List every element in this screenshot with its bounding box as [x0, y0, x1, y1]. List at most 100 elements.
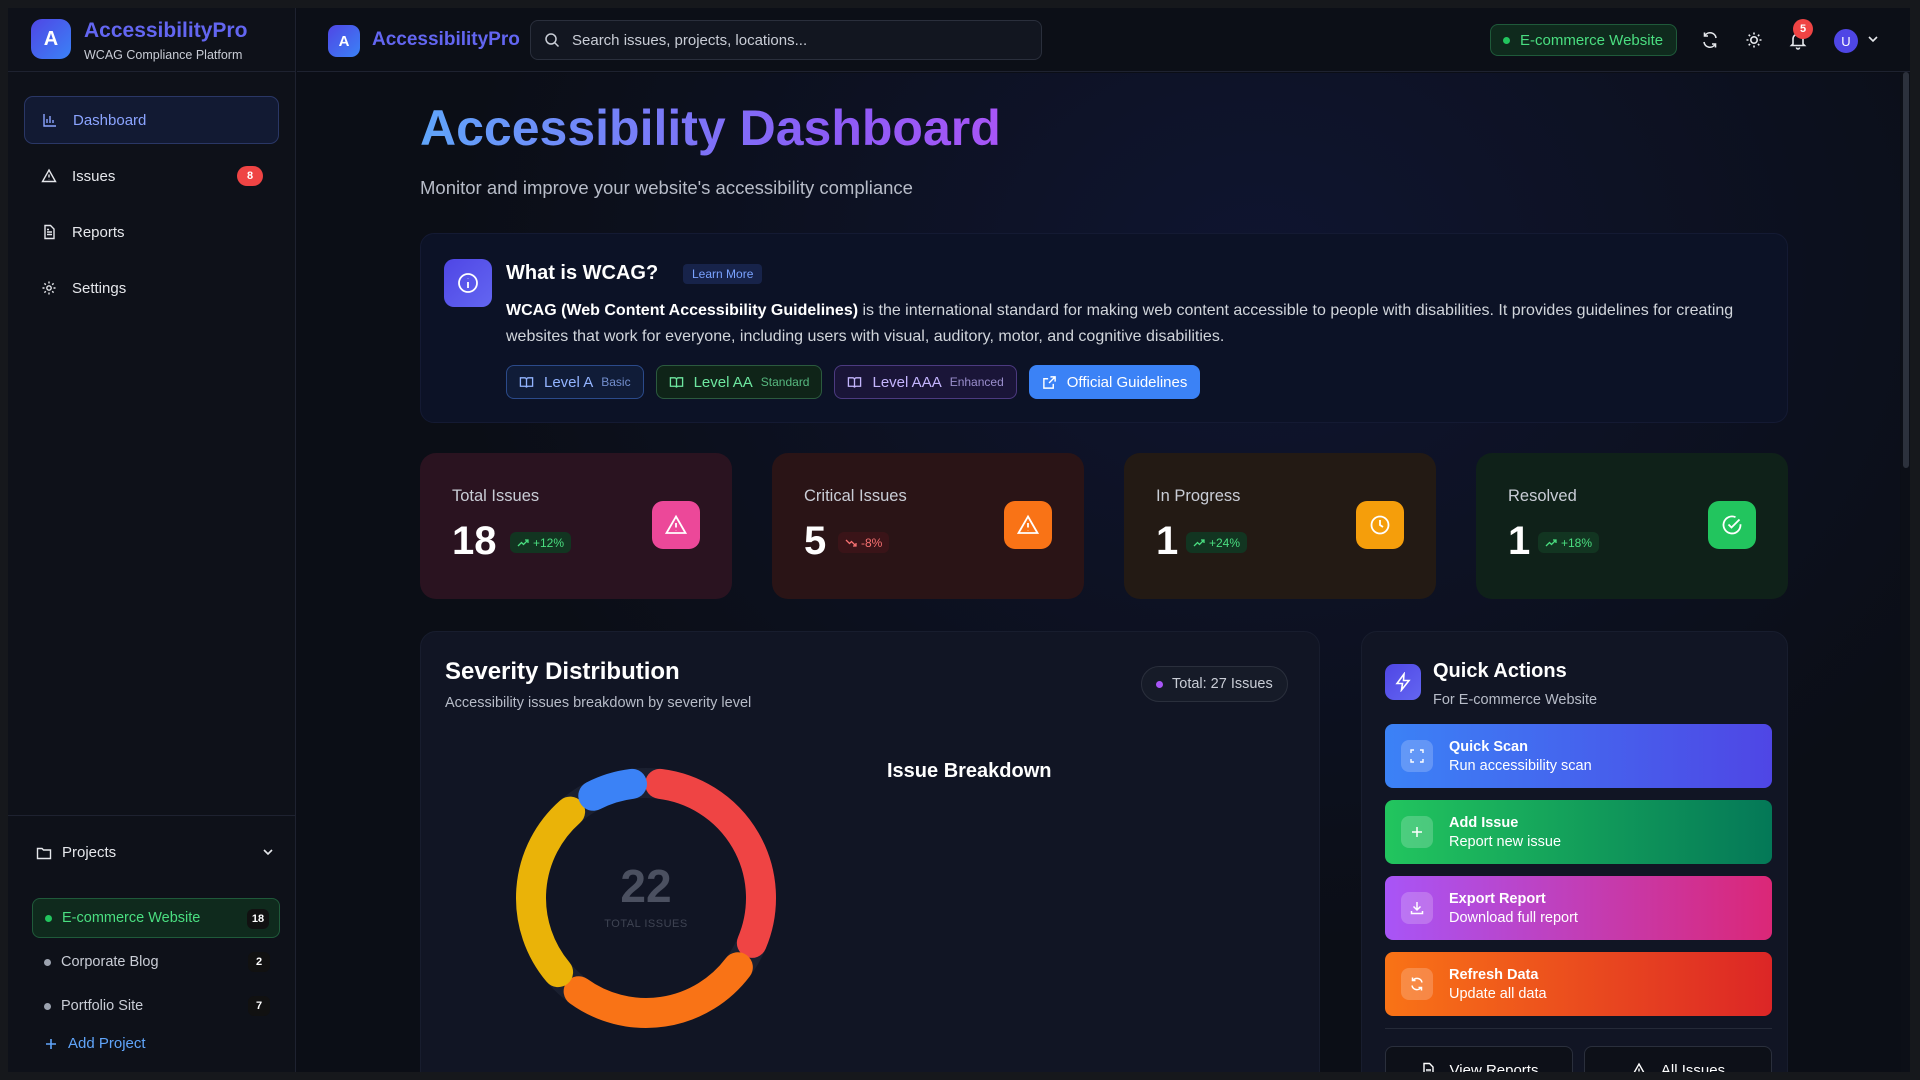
- donut-slice-serious[interactable]: [563, 952, 753, 1028]
- wcag-levels: Level A Basic Level AA Standard Level AA…: [506, 365, 1201, 399]
- stat-value: 1: [1156, 519, 1179, 563]
- level-aaa-button[interactable]: Level AAA Enhanced: [834, 365, 1017, 399]
- project-name: Corporate Blog: [61, 954, 159, 970]
- bar-chart-icon: [43, 114, 56, 127]
- donut-center-label: TOTAL ISSUES: [604, 918, 688, 930]
- chevron-down-icon[interactable]: [1866, 32, 1880, 46]
- total-issues-badge: Total: 27 Issues: [1141, 666, 1288, 702]
- trend-value: +24%: [1209, 535, 1241, 550]
- topbar: A AccessibilityPro E-commerce Website 5 …: [297, 8, 1910, 72]
- sidebar-nav: Dashboard Issues 8 Reports Settings: [24, 96, 279, 320]
- all-issues-label: All Issues: [1660, 1061, 1726, 1073]
- projects-label: Projects: [62, 844, 117, 861]
- stat-card-total-issues[interactable]: Total Issues 18 +12%: [420, 453, 732, 599]
- search-icon: [545, 33, 560, 48]
- clock-icon: [1356, 501, 1404, 549]
- warning-icon: [1004, 501, 1052, 549]
- topbar-brand-name[interactable]: AccessibilityPro: [372, 29, 520, 51]
- project-name: Portfolio Site: [61, 998, 144, 1014]
- current-site-label: E-commerce Website: [1520, 31, 1664, 49]
- add-project-button[interactable]: Add Project: [44, 1035, 146, 1052]
- view-reports-label: View Reports: [1449, 1061, 1539, 1073]
- project-item-portfolio[interactable]: Portfolio Site 7: [32, 986, 280, 1026]
- main-content: Accessibility Dashboard Monitor and impr…: [297, 73, 1900, 1072]
- learn-more-link[interactable]: Learn More: [683, 264, 763, 284]
- add-issue-button[interactable]: Add Issue Report new issue: [1385, 800, 1772, 864]
- status-dot: [1503, 36, 1510, 44]
- scan-icon: [1401, 740, 1433, 772]
- level-tag: Basic: [601, 375, 631, 389]
- sidebar: A AccessibilityPro WCAG Compliance Platf…: [8, 8, 296, 1072]
- sidebar-item-label: Issues: [72, 167, 116, 185]
- topbar-logo[interactable]: A: [328, 25, 360, 57]
- stat-label: In Progress: [1156, 487, 1241, 505]
- status-dot: [44, 1002, 51, 1010]
- level-tag: Standard: [760, 375, 810, 389]
- project-item-ecommerce[interactable]: E-commerce Website 18: [32, 898, 280, 938]
- notification-count-badge: 5: [1793, 19, 1813, 39]
- warning-icon: [1633, 1062, 1645, 1072]
- stat-card-in-progress[interactable]: In Progress 1 +24%: [1124, 453, 1436, 599]
- trend-badge: -8%: [838, 532, 890, 553]
- level-a-button[interactable]: Level A Basic: [506, 365, 644, 399]
- action-desc: Download full report: [1449, 909, 1578, 926]
- search-input[interactable]: [572, 31, 1012, 49]
- scrollbar-thumb[interactable]: [1903, 72, 1909, 468]
- sidebar-item-settings[interactable]: Settings: [24, 264, 279, 312]
- wcag-info-card: What is WCAG? Learn More WCAG (Web Conte…: [420, 233, 1788, 423]
- warning-icon: [41, 168, 57, 183]
- wcag-description-bold: WCAG (Web Content Accessibility Guidelin…: [506, 302, 859, 319]
- projects-section: Projects E-commerce Website 18 Corporate…: [8, 815, 296, 1072]
- severity-distribution-card: Severity Distribution Accessibility issu…: [420, 631, 1320, 1072]
- trend-value: +12%: [533, 535, 565, 550]
- official-guidelines-label: Official Guidelines: [1066, 373, 1188, 391]
- stat-label: Resolved: [1508, 487, 1577, 505]
- donut-center-value: 22: [620, 860, 672, 912]
- sidebar-item-dashboard[interactable]: Dashboard: [24, 96, 279, 144]
- projects-toggle[interactable]: Projects: [36, 844, 276, 861]
- stat-card-critical-issues[interactable]: Critical Issues 5 -8%: [772, 453, 1084, 599]
- refresh-icon[interactable]: [1700, 30, 1720, 50]
- sun-icon[interactable]: [1744, 30, 1764, 50]
- sidebar-item-label: Dashboard: [73, 111, 147, 129]
- donut-slice-minor[interactable]: [578, 768, 647, 811]
- project-count: 7: [248, 996, 270, 1016]
- trend-up-icon: [1193, 538, 1205, 546]
- search-bar[interactable]: [530, 20, 1042, 60]
- chevron-down-icon: [263, 849, 273, 856]
- project-name: E-commerce Website: [62, 910, 201, 926]
- add-project-label: Add Project: [68, 1035, 146, 1052]
- level-aa-button[interactable]: Level AA Standard: [655, 365, 823, 399]
- level-label: Level A: [544, 373, 594, 391]
- refresh-data-button[interactable]: Refresh Data Update all data: [1385, 952, 1772, 1016]
- quick-actions-subtitle: For E-commerce Website: [1433, 692, 1598, 708]
- view-reports-button[interactable]: View Reports: [1385, 1046, 1573, 1072]
- project-item-blog[interactable]: Corporate Blog 2: [32, 942, 280, 982]
- action-title: Add Issue: [1449, 814, 1519, 831]
- export-report-button[interactable]: Export Report Download full report: [1385, 876, 1772, 940]
- current-site-selector[interactable]: E-commerce Website: [1490, 24, 1677, 56]
- severity-subtitle: Accessibility issues breakdown by severi…: [445, 695, 752, 711]
- page-title: Accessibility Dashboard: [420, 100, 1001, 156]
- info-icon: [444, 259, 492, 307]
- action-desc: Run accessibility scan: [1449, 757, 1592, 774]
- all-issues-button[interactable]: All Issues: [1584, 1046, 1772, 1072]
- action-desc: Update all data: [1449, 985, 1547, 1002]
- check-circle-icon: [1708, 501, 1756, 549]
- download-icon: [1401, 892, 1433, 924]
- stats-row: Total Issues 18 +12% Critical Issues 5 -…: [420, 453, 1788, 599]
- app-frame: A AccessibilityPro WCAG Compliance Platf…: [8, 8, 1910, 1072]
- stat-card-resolved[interactable]: Resolved 1 +18%: [1476, 453, 1788, 599]
- level-tag: Enhanced: [949, 375, 1004, 389]
- action-title: Refresh Data: [1449, 966, 1539, 983]
- trend-up-icon: [517, 538, 529, 546]
- status-dot: [1156, 680, 1163, 688]
- severity-title: Severity Distribution: [445, 658, 680, 685]
- sidebar-item-issues[interactable]: Issues 8: [24, 152, 279, 200]
- brand-logo[interactable]: A: [31, 19, 71, 59]
- quick-scan-button[interactable]: Quick Scan Run accessibility scan: [1385, 724, 1772, 788]
- avatar[interactable]: U: [1834, 29, 1858, 53]
- sidebar-item-reports[interactable]: Reports: [24, 208, 279, 256]
- official-guidelines-button[interactable]: Official Guidelines: [1028, 365, 1201, 399]
- action-title: Export Report: [1449, 890, 1546, 907]
